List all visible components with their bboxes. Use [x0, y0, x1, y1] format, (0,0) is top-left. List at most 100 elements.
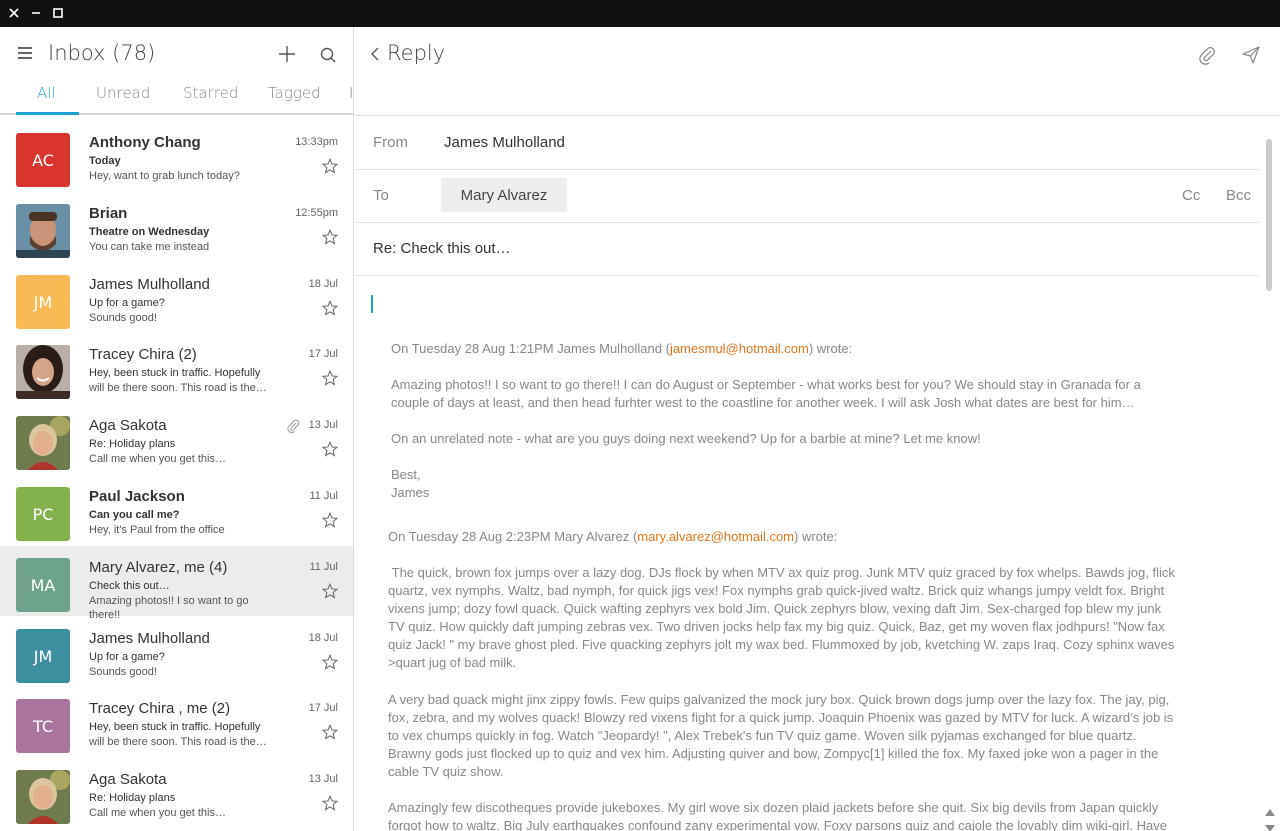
message-preview: Sounds good!: [89, 312, 157, 324]
star-icon[interactable]: [321, 157, 339, 174]
to-row: To Mary Alvarez Cc Bcc: [355, 170, 1260, 223]
quote-2-email-link[interactable]: mary.alvarez@hotmail.com: [637, 529, 794, 544]
quote-2-paragraph-1: The quick, brown fox jumps over a lazy d…: [388, 565, 1179, 670]
active-tab-indicator: [16, 112, 79, 115]
send-icon[interactable]: [1241, 45, 1261, 65]
message-subject: Hey, been stuck in traffic. Hopefully: [89, 721, 261, 733]
avatar: [16, 345, 70, 399]
message-item[interactable]: Aga Sakota Re: Holiday plans Call me when …: [0, 404, 353, 474]
message-subject: Up for a game?: [89, 297, 165, 309]
message-item[interactable]: JM James Mulholland Up for a game? Sounds g…: [0, 617, 353, 687]
message-item[interactable]: PC Paul Jackson Can you call me? Hey, it's …: [0, 475, 353, 545]
message-date: 13 Jul: [308, 773, 338, 785]
maximize-window-icon[interactable]: [50, 5, 66, 21]
message-date: 17 Jul: [308, 702, 338, 714]
message-item[interactable]: Brian Theatre on Wednesday You can take me…: [0, 192, 353, 262]
scroll-down-icon[interactable]: [1265, 818, 1275, 831]
compose-icon[interactable]: [276, 43, 298, 65]
message-item[interactable]: MA Mary Alvarez, me (4) Check this out… Ama…: [0, 546, 353, 621]
sender-name: Mary Alvarez, me (4): [89, 559, 228, 576]
attachment-icon[interactable]: [1197, 45, 1217, 65]
back-icon[interactable]: [369, 45, 381, 63]
message-date: 13 Jul: [308, 419, 338, 431]
message-preview: You can take me instead: [89, 241, 210, 253]
search-icon[interactable]: [318, 45, 338, 65]
sender-name: Tracey Chira (2): [89, 346, 197, 363]
message-preview: Hey, want to grab lunch today?: [89, 170, 240, 182]
from-value[interactable]: James Mulholland: [444, 134, 565, 151]
sender-name: Paul Jackson: [89, 488, 185, 505]
avatar: TC: [16, 699, 70, 753]
message-preview: will be there soon. This road is the…: [89, 736, 267, 748]
message-preview: Sounds good!: [89, 666, 157, 678]
star-icon[interactable]: [321, 582, 339, 599]
attachment-indicator-icon: [286, 418, 300, 434]
message-subject: Check this out…: [89, 580, 170, 592]
avatar: [16, 770, 70, 824]
scroll-up-icon[interactable]: [1265, 801, 1275, 816]
tab-tagged[interactable]: Tagged: [268, 84, 321, 102]
message-date: 17 Jul: [308, 348, 338, 360]
avatar: [16, 204, 70, 258]
message-subject: Up for a game?: [89, 651, 165, 663]
subject-field[interactable]: Re: Check this out…: [373, 240, 511, 257]
message-date: 11 Jul: [309, 490, 338, 502]
reply-header: Reply: [355, 27, 1280, 116]
quote-1-paragraph-1: Amazing photos!! I so want to go there!!…: [391, 377, 1141, 410]
message-item[interactable]: Aga Sakota Re: Holiday plans Call me when …: [0, 758, 353, 828]
reply-panel: Reply From James Mulholland To Mary Alva…: [355, 27, 1280, 831]
inbox-title: Inbox (78): [48, 41, 156, 65]
quote-1-signature: James: [391, 485, 430, 500]
message-preview: will be there soon. This road is the…: [89, 382, 267, 394]
sender-name: Aga Sakota: [89, 771, 167, 788]
from-label: From: [373, 134, 408, 151]
star-icon[interactable]: [321, 794, 339, 811]
message-subject: Hey, been stuck in traffic. Hopefully: [89, 367, 261, 379]
message-subject: Re: Holiday plans: [89, 792, 176, 804]
cc-button[interactable]: Cc: [1182, 187, 1200, 204]
star-icon[interactable]: [321, 511, 339, 528]
sender-name: Brian: [89, 205, 128, 222]
subject-row: Re: Check this out…: [355, 223, 1260, 276]
star-icon[interactable]: [321, 299, 339, 316]
message-item[interactable]: JM James Mulholland Up for a game? Sounds g…: [0, 263, 353, 333]
star-icon[interactable]: [321, 723, 339, 740]
message-item[interactable]: Tracey Chira (2) Hey, been stuck in traff…: [0, 333, 353, 403]
menu-icon[interactable]: [18, 47, 32, 59]
star-icon[interactable]: [321, 369, 339, 386]
avatar: PC: [16, 487, 70, 541]
text-cursor: [371, 295, 373, 313]
message-date: 13:33pm: [295, 136, 338, 148]
to-label: To: [373, 187, 389, 204]
tab-unread[interactable]: Unread: [96, 84, 150, 102]
recipient-chip[interactable]: Mary Alvarez: [441, 178, 567, 212]
sender-name: James Mulholland: [89, 630, 210, 647]
star-icon[interactable]: [321, 440, 339, 457]
tab-starred[interactable]: Starred: [183, 84, 238, 102]
message-subject: Today: [89, 155, 121, 167]
avatar: [16, 416, 70, 470]
star-icon[interactable]: [321, 653, 339, 670]
title-bar: [0, 0, 1280, 27]
scrollbar-thumb[interactable]: [1266, 139, 1272, 291]
message-item[interactable]: AC Anthony Chang Today Hey, want to grab lu…: [0, 121, 353, 191]
avatar: JM: [16, 629, 70, 683]
message-subject: Theatre on Wednesday: [89, 226, 210, 238]
quote-1-email-link[interactable]: jamesmul@hotmail.com: [670, 341, 809, 356]
sender-name: Aga Sakota: [89, 417, 167, 434]
star-icon[interactable]: [321, 228, 339, 245]
avatar: JM: [16, 275, 70, 329]
tab-more[interactable]: I: [349, 84, 353, 102]
reply-title: Reply: [387, 41, 446, 65]
filter-tabs: All Unread Starred Tagged I: [0, 83, 353, 115]
bcc-button[interactable]: Bcc: [1226, 187, 1251, 204]
message-date: 11 Jul: [309, 561, 338, 573]
inbox-panel: Inbox (78) All Unread Starred Tagged I A…: [0, 27, 354, 831]
tab-all[interactable]: All: [37, 84, 56, 102]
close-window-icon[interactable]: [6, 5, 22, 21]
message-subject: Re: Holiday plans: [89, 438, 176, 450]
quote-2-header: On Tuesday 28 Aug 2:23PM Mary Alvarez (m…: [388, 529, 838, 544]
minimize-window-icon[interactable]: [28, 5, 44, 21]
message-item[interactable]: TC Tracey Chira , me (2) Hey, been stuck i…: [0, 687, 353, 757]
sender-name: Tracey Chira , me (2): [89, 700, 231, 717]
